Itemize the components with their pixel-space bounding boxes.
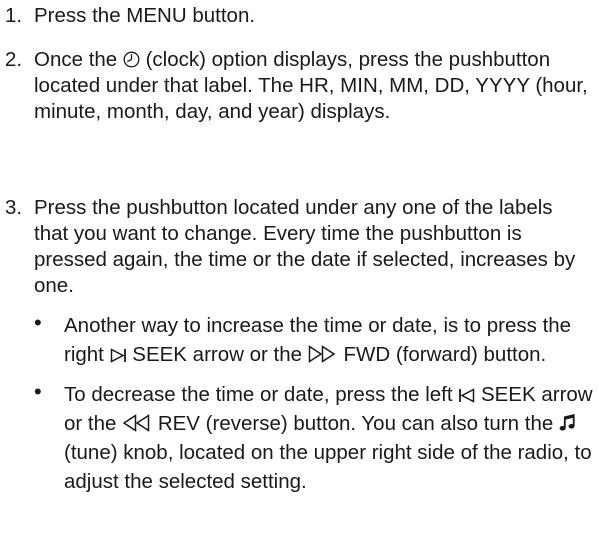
seek-right-icon bbox=[110, 348, 127, 363]
bullet-text: Another way to increase the time or date… bbox=[64, 314, 572, 366]
step-3: 3. Press the pushbutton located under an… bbox=[0, 195, 599, 299]
music-note-icon bbox=[559, 413, 576, 432]
step-text: Press the pushbutton located under any o… bbox=[34, 196, 576, 297]
clock-icon bbox=[123, 51, 140, 68]
rewind-icon bbox=[122, 414, 152, 432]
step-2: 2. Once the (clock) option displays, pre… bbox=[0, 47, 599, 125]
instruction-page: 1. Press the MENU button. 2. Once the (c… bbox=[0, 0, 599, 533]
step-number: 1. bbox=[5, 4, 23, 27]
bullet-item-1: • Another way to increase the time or da… bbox=[34, 310, 594, 369]
bullet-text: To decrease the time or date, press the … bbox=[64, 383, 593, 493]
step-text: Press the MENU button. bbox=[34, 4, 256, 27]
step-text: Once the (clock) option displays, press … bbox=[34, 48, 588, 123]
bullet-marker: • bbox=[34, 310, 42, 335]
step-1: 1. Press the MENU button. bbox=[0, 3, 599, 29]
step-number: 2. bbox=[5, 48, 23, 71]
bullet-marker: • bbox=[34, 379, 42, 404]
seek-left-icon bbox=[458, 388, 475, 403]
bullet-item-2: • To decrease the time or date, press th… bbox=[34, 379, 594, 496]
fast-forward-icon bbox=[308, 345, 338, 363]
step-number: 3. bbox=[5, 196, 23, 219]
